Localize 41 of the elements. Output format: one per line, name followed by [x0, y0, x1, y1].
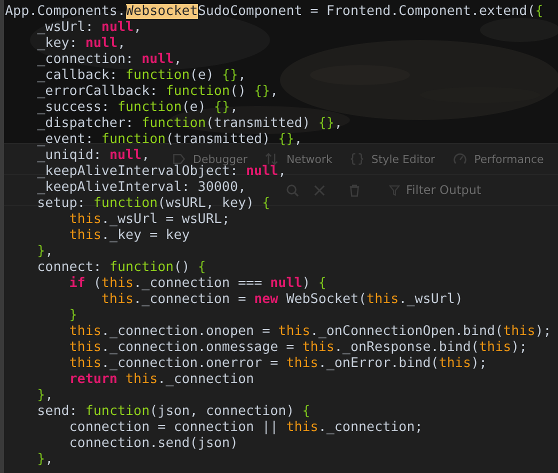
code-line: },	[36, 244, 54, 260]
code-line: }	[68, 308, 78, 324]
braces-icon	[350, 152, 364, 166]
code-line: _connection: null,	[36, 52, 182, 68]
code-line: connection = connection || this._connection;	[68, 420, 423, 436]
devtools-tab[interactable]: Network	[286, 152, 332, 166]
code-line: this._wsUrl = wsURL;	[68, 212, 230, 228]
devtools-tab[interactable]: Debugger	[193, 152, 248, 166]
code-line: this._key = key	[68, 228, 190, 244]
code-line: this._connection = new WebSocket(this._wsUrl)	[100, 292, 463, 308]
arrows-icon	[265, 152, 280, 166]
code-line: },	[36, 388, 54, 404]
code-line: send: function(json, connection) {	[36, 404, 310, 420]
code-line: },	[36, 452, 54, 468]
code-line: _callback: function(e) {},	[36, 68, 246, 84]
code-line: this._connection.onerror = this._onError.bind(this);	[68, 356, 488, 372]
code-line: _keepAliveInterval: 30000,	[36, 180, 246, 196]
trash-icon[interactable]	[348, 184, 361, 196]
code-line: _dispatcher: function(transmitted) {},	[36, 116, 342, 132]
gauge-icon	[453, 152, 468, 166]
code-line: _errorCallback: function() {},	[36, 84, 278, 100]
code-line: _event: function(transmitted) {},	[36, 132, 302, 148]
devtools-tab[interactable]: Style Editor	[371, 152, 436, 166]
code-line: connect: function() {	[36, 260, 206, 276]
code-line: _keepAliveIntervalObject: null,	[36, 164, 286, 180]
code-line: return this._connection	[68, 372, 254, 388]
funnel-icon	[389, 184, 400, 196]
code-line: connection.send(json)	[68, 436, 238, 452]
tag-icon	[172, 152, 186, 166]
filter-field[interactable]: Filter Output	[385, 181, 530, 199]
code-line: this._connection.onopen = this._onConnectionOpen.bind(this);	[68, 324, 552, 340]
code-line: setup: function(wsURL, key) {	[36, 196, 270, 212]
code-line: _success: function(e) {},	[36, 100, 238, 116]
code-line: this._connection.onmessage = this._onResponse.bind(this);	[68, 340, 528, 356]
code-line: _wsUrl: null,	[36, 20, 142, 36]
code-line: _key: null,	[36, 36, 126, 52]
devtools-tab[interactable]: Performance	[474, 152, 544, 166]
code-line: if (this._connection === null) {	[68, 276, 326, 292]
code-line: _uniqid: null,	[36, 148, 150, 164]
search-icon[interactable]	[286, 184, 299, 196]
close-icon[interactable]	[313, 184, 326, 196]
